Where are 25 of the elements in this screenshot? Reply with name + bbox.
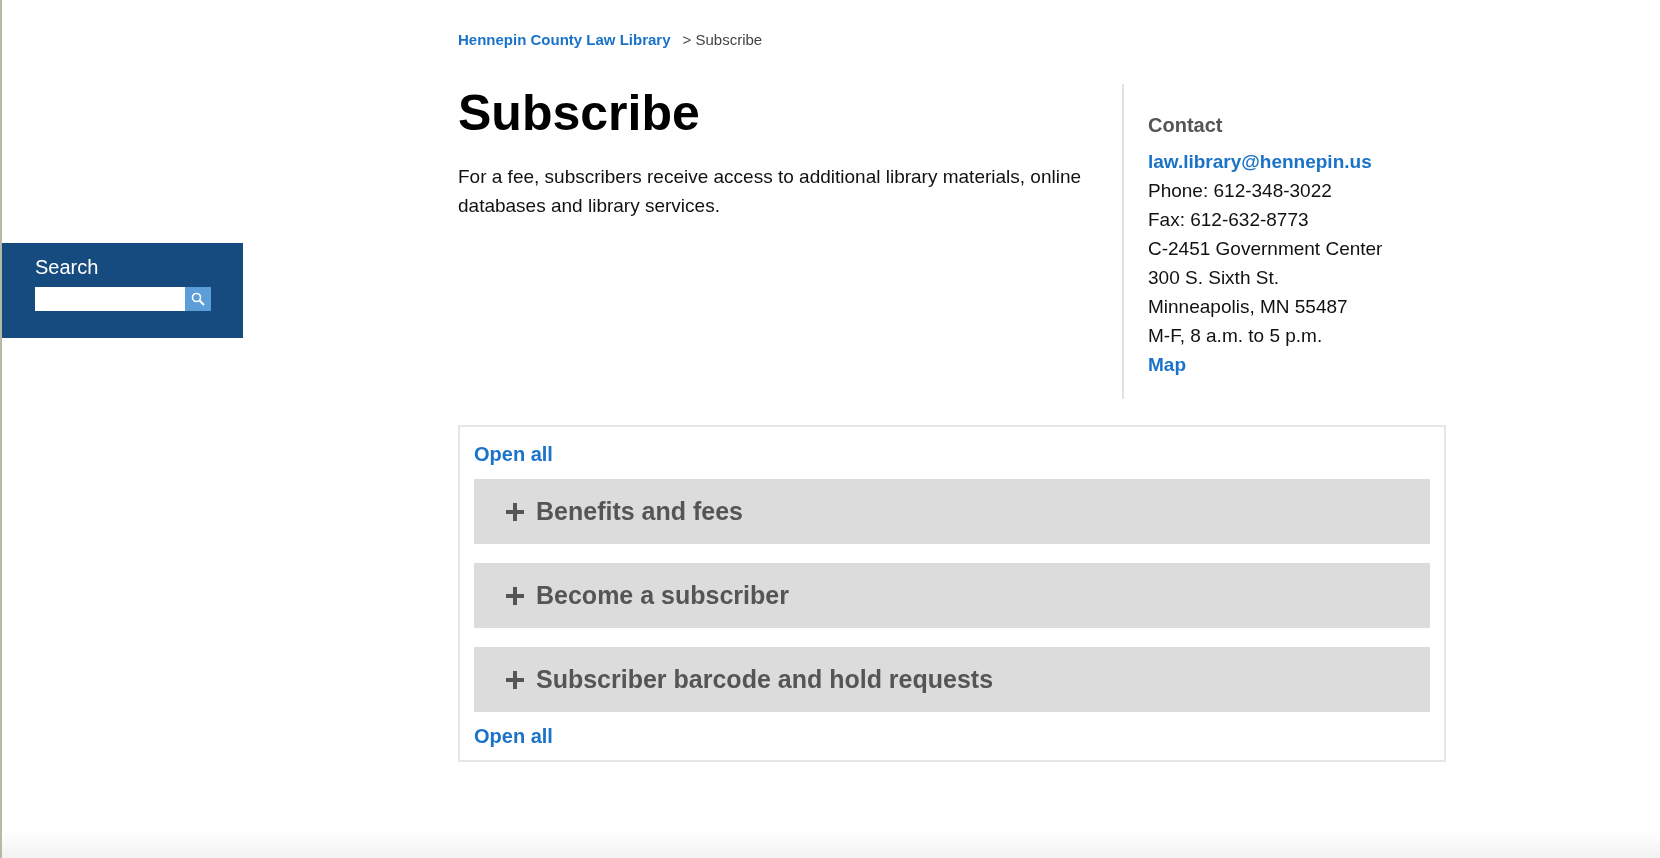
contact-line: M-F, 8 a.m. to 5 p.m. [1148,324,1323,348]
search-field[interactable] [35,287,185,311]
plus-icon [506,586,524,605]
email-link[interactable]: law.library@hennepin.us [1148,147,1372,176]
intro-paragraph: For a fee, subscribers receive access to additional library materials, online databases and library services. [458,165,1083,218]
contact-line: Fax: 612-632-8773 [1148,208,1309,232]
contact-line: Minneapolis, MN 55487 [1148,295,1348,319]
search-button[interactable] [185,287,211,311]
plus-icon [506,670,524,689]
accordion-item[interactable]: Benefits and fees [474,479,1430,544]
open-all-link[interactable]: Open all [474,725,553,747]
contact-line: 300 S. Sixth St. [1148,266,1279,290]
breadcrumb-link[interactable]: Hennepin County Law Library [458,31,671,48]
open-all-link[interactable]: Open all [474,443,553,465]
contact-line: Phone: 612-348-3022 [1148,179,1332,203]
page-title: Subscribe [458,84,701,142]
accordion-item[interactable]: Become a subscriber [474,563,1430,628]
map-link[interactable]: Map [1148,350,1186,379]
plus-icon [506,502,524,521]
contact-heading: Contact [1148,114,1223,137]
accordion-item[interactable]: Subscriber barcode and hold requests [474,647,1430,712]
contact-line: C-2451 Government Center [1148,237,1383,261]
search-label: Search [35,256,100,279]
search-icon [191,292,205,306]
breadcrumb-current: > Subscribe [682,31,763,48]
